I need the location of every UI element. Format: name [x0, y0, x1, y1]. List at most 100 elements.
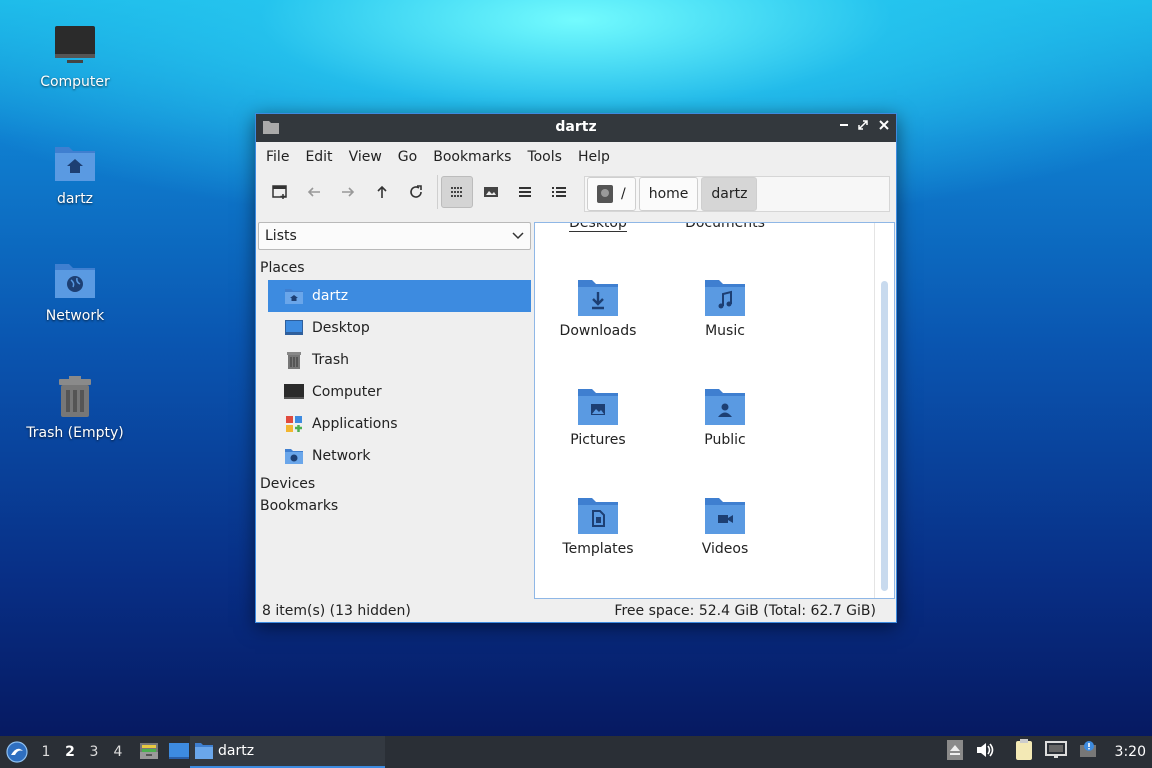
menu-file[interactable]: File: [258, 149, 297, 165]
menu-go[interactable]: Go: [390, 149, 425, 165]
file-item-templates[interactable]: Templates: [543, 497, 653, 557]
file-item-pictures[interactable]: Pictures: [543, 388, 653, 448]
new-tab-button[interactable]: [264, 176, 296, 208]
desktop-icon-home[interactable]: dartz: [10, 139, 140, 207]
lubuntu-logo-icon: [6, 741, 28, 763]
path-root[interactable]: /: [587, 177, 636, 211]
forward-button[interactable]: [332, 176, 364, 208]
file-view[interactable]: Desktop Documents Downloads Music Pictur…: [534, 222, 895, 599]
path-home[interactable]: home: [638, 177, 699, 211]
place-trash[interactable]: Trash: [268, 344, 531, 376]
place-label: dartz: [312, 288, 349, 304]
clock[interactable]: 3:20: [1115, 744, 1146, 760]
menu-edit[interactable]: Edit: [297, 149, 340, 165]
back-button[interactable]: [298, 176, 330, 208]
section-bookmarks[interactable]: Bookmarks: [257, 498, 531, 514]
quicklaunch-show-desktop[interactable]: [168, 740, 192, 764]
place-dartz[interactable]: dartz: [268, 280, 531, 312]
detail-view-button[interactable]: [543, 176, 575, 208]
place-network[interactable]: Network: [268, 440, 531, 472]
tray-updates-button[interactable]: [1079, 741, 1097, 763]
arrow-right-icon: [342, 187, 355, 197]
compact-view-button[interactable]: [509, 176, 541, 208]
list-icon: [519, 187, 531, 197]
path-dartz[interactable]: dartz: [701, 177, 758, 211]
workspace-1[interactable]: 1: [34, 744, 58, 760]
menu-bookmarks[interactable]: Bookmarks: [425, 149, 519, 165]
side-pane-mode-select[interactable]: Lists: [258, 222, 531, 250]
menu-bar: File Edit View Go Bookmarks Tools Help: [256, 142, 896, 172]
file-item-music[interactable]: Music: [670, 279, 780, 339]
file-item-public[interactable]: Public: [670, 388, 780, 448]
notes-icon: [1015, 739, 1032, 760]
videos-folder-icon: [705, 498, 745, 534]
file-item-documents[interactable]: Documents: [670, 223, 780, 231]
scrollbar[interactable]: [881, 281, 888, 591]
workspace-4[interactable]: 4: [106, 744, 130, 760]
path-root-label: /: [621, 186, 626, 202]
file-label: Pictures: [570, 432, 626, 448]
window-title: dartz: [555, 119, 597, 135]
arrow-up-icon: [377, 185, 387, 198]
reload-button[interactable]: [400, 176, 432, 208]
status-bar: 8 item(s) (13 hidden) Free space: 52.4 G…: [262, 603, 876, 619]
icon-view-button[interactable]: [441, 176, 473, 208]
desktop-icon-label: Computer: [40, 74, 110, 90]
home-folder-icon: [285, 289, 303, 304]
desktop-icon-computer[interactable]: Computer: [10, 22, 140, 90]
status-item-count: 8 item(s) (13 hidden): [262, 603, 411, 619]
arrow-left-icon: [307, 187, 320, 197]
desktop-icon-trash[interactable]: Trash (Empty): [10, 373, 140, 441]
close-icon: [879, 120, 889, 130]
tray-clipboard-button[interactable]: [946, 740, 963, 764]
minimize-icon: [840, 124, 848, 126]
tray-notes-button[interactable]: [1015, 739, 1033, 765]
menu-tools[interactable]: Tools: [519, 149, 570, 165]
file-item-downloads[interactable]: Downloads: [543, 279, 653, 339]
desktop-icon-network[interactable]: Network: [10, 256, 140, 324]
section-places[interactable]: Places: [257, 260, 531, 276]
tray-volume-button[interactable]: [975, 741, 995, 763]
drive-icon: [597, 185, 613, 203]
place-label: Trash: [312, 352, 349, 368]
section-devices[interactable]: Devices: [257, 476, 531, 492]
file-label: Downloads: [559, 323, 637, 339]
workspace-3[interactable]: 3: [82, 744, 106, 760]
file-label: Music: [705, 323, 745, 339]
maximize-icon: [858, 120, 868, 130]
system-tray: 3:20: [941, 736, 1152, 768]
place-applications[interactable]: Applications: [268, 408, 531, 440]
reload-icon: [410, 185, 422, 198]
folder-icon: [195, 743, 213, 759]
file-label: Desktop: [569, 223, 627, 232]
tray-network-button[interactable]: [1044, 741, 1067, 763]
place-computer[interactable]: Computer: [268, 376, 531, 408]
minimize-button[interactable]: [835, 118, 853, 136]
quicklaunch-file-manager[interactable]: [138, 740, 162, 764]
close-button[interactable]: [875, 118, 893, 136]
workspace-2[interactable]: 2: [58, 744, 82, 760]
templates-folder-icon: [578, 498, 618, 534]
toolbar-separator: [437, 175, 438, 209]
menu-help[interactable]: Help: [570, 149, 618, 165]
network-icon: [285, 449, 303, 464]
pictures-folder-icon: [578, 389, 618, 425]
file-item-videos[interactable]: Videos: [670, 497, 780, 557]
thumbnail-view-button[interactable]: [475, 176, 507, 208]
title-bar[interactable]: dartz: [256, 114, 896, 142]
network-icon: [55, 264, 95, 298]
place-label: Applications: [312, 416, 398, 432]
maximize-button[interactable]: [854, 118, 872, 136]
file-item-desktop[interactable]: Desktop: [543, 223, 653, 232]
trash-icon: [287, 352, 301, 369]
desktop-icon-label: Trash (Empty): [26, 425, 124, 441]
taskbar-task-dartz[interactable]: dartz: [190, 736, 385, 768]
place-desktop[interactable]: Desktop: [268, 312, 531, 344]
up-button[interactable]: [366, 176, 398, 208]
eject-icon: [946, 740, 963, 760]
volume-icon: [976, 743, 993, 757]
place-label: Computer: [312, 384, 382, 400]
start-menu-button[interactable]: [0, 736, 34, 768]
chevron-down-icon: [512, 232, 524, 240]
menu-view[interactable]: View: [341, 149, 390, 165]
